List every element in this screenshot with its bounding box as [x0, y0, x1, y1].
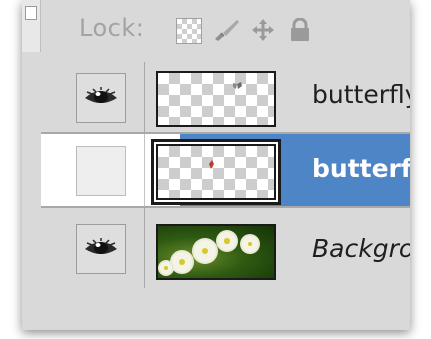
layer-name[interactable]: butterfl — [312, 154, 410, 183]
daisy-icon — [194, 240, 216, 262]
daisy-icon — [172, 252, 192, 272]
layer-name[interactable]: butterfly — [312, 80, 410, 109]
lock-all-icon[interactable] — [289, 18, 311, 42]
layer-row-butterfly-1[interactable]: butterfly — [41, 62, 410, 134]
column-divider — [144, 208, 145, 288]
layers-list: butterfly butterfl Backgro — [41, 62, 410, 330]
eye-icon — [85, 87, 117, 103]
lock-transparent-pixels-icon[interactable] — [176, 18, 202, 44]
panel-edge-strip — [22, 0, 41, 52]
background-thumbnail[interactable] — [156, 224, 276, 280]
layers-panel: Lock: butterfly butterfl Backgro — [22, 0, 410, 330]
lock-position-icon[interactable] — [249, 18, 277, 42]
daisy-icon — [160, 262, 172, 274]
daisy-icon — [242, 236, 258, 252]
eye-icon — [85, 238, 117, 254]
lock-image-pixels-icon[interactable] — [211, 18, 241, 42]
layer-row-butterfly-2-selected[interactable]: butterfl — [41, 134, 410, 208]
lock-toolbar: Lock: — [41, 0, 410, 60]
butterfly-icon — [233, 82, 242, 89]
layer-row-background[interactable]: Backgro — [41, 208, 410, 288]
layer-thumbnail[interactable] — [154, 142, 278, 202]
daisy-icon — [218, 232, 236, 250]
red-mark-icon — [209, 160, 214, 169]
visibility-toggle[interactable] — [76, 146, 126, 196]
lock-label: Lock: — [79, 14, 145, 42]
mini-document-icon — [25, 6, 37, 20]
column-divider — [144, 62, 145, 132]
layer-thumbnail[interactable] — [156, 71, 276, 127]
layer-name[interactable]: Backgro — [312, 234, 410, 263]
column-divider — [144, 134, 145, 206]
visibility-toggle[interactable] — [76, 224, 126, 274]
visibility-toggle[interactable] — [76, 73, 126, 123]
